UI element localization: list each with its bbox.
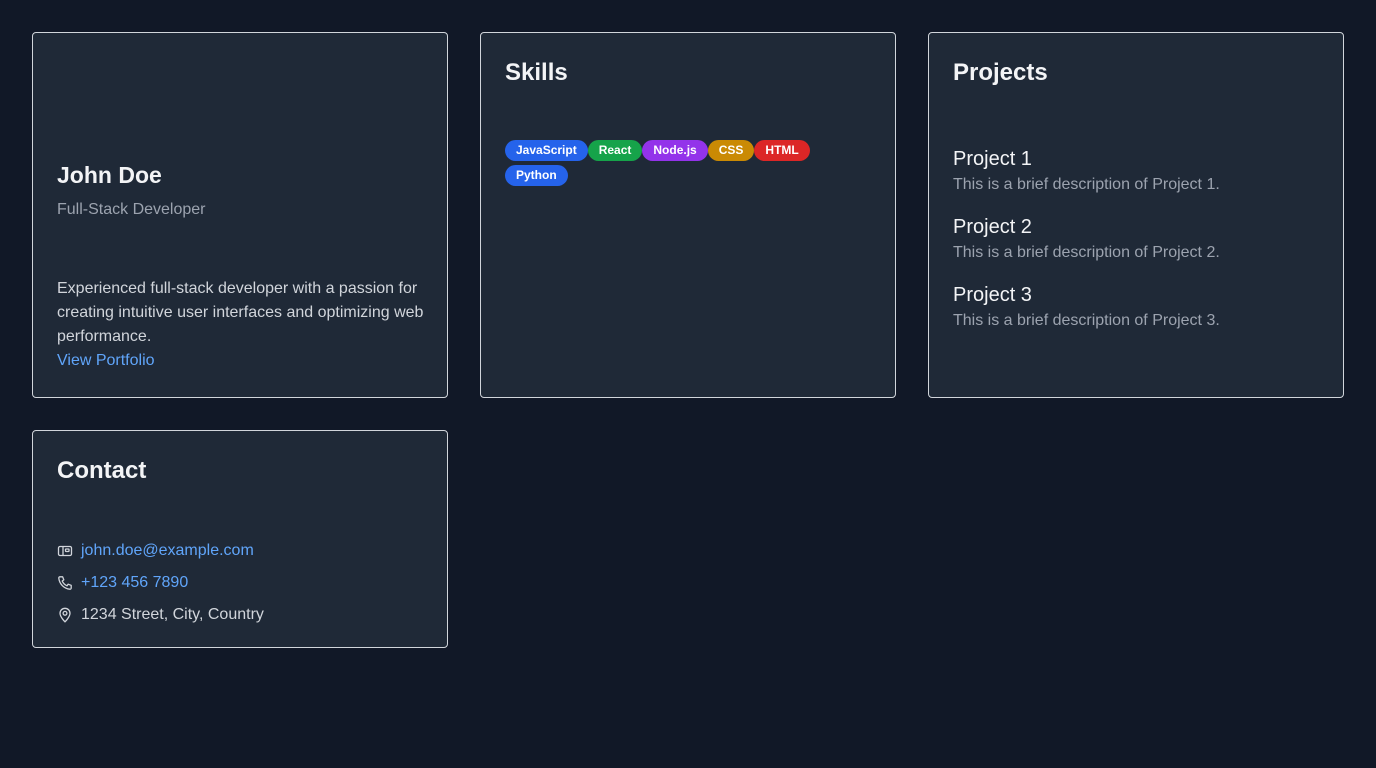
profile-name: John Doe <box>57 162 162 188</box>
skill-chip: CSS <box>707 140 755 161</box>
project-item: Project 2 This is a brief description of… <box>953 215 1323 283</box>
contact-address-row: 1234 Street, City, Country <box>57 599 264 631</box>
skill-chip: Node.js <box>642 140 708 161</box>
profile-bio: Experienced full-stack developer with a … <box>57 280 424 345</box>
project-description: This is a brief description of Project 1… <box>953 176 1220 193</box>
skill-chip: React <box>587 140 643 161</box>
contact-phone-link[interactable]: +123 456 7890 <box>81 574 188 592</box>
projects-card: Projects Project 1 This is a brief descr… <box>928 32 1344 398</box>
phone-icon <box>57 575 73 591</box>
mail-icon <box>57 543 73 559</box>
contact-card: Contact john.doe@example.com +123 456 78… <box>32 430 448 648</box>
location-pin-icon <box>57 607 73 623</box>
project-description: This is a brief description of Project 3… <box>953 312 1220 329</box>
skills-card: Skills JavaScript React Node.js CSS HTML… <box>480 32 896 398</box>
contact-email-link[interactable]: john.doe@example.com <box>81 542 254 560</box>
profile-card: John Doe Full-Stack Developer Experience… <box>32 32 448 398</box>
contact-list: john.doe@example.com +123 456 7890 1234 … <box>57 535 264 631</box>
project-list: Project 1 This is a brief description of… <box>953 147 1323 351</box>
project-item: Project 3 This is a brief description of… <box>953 283 1323 351</box>
contact-phone-row: +123 456 7890 <box>57 567 264 599</box>
projects-title: Projects <box>953 59 1048 86</box>
skills-title: Skills <box>505 59 568 86</box>
skill-chip: Python <box>505 165 568 186</box>
project-item: Project 1 This is a brief description of… <box>953 147 1323 215</box>
project-description: This is a brief description of Project 2… <box>953 244 1220 261</box>
skill-chip: JavaScript <box>505 140 588 161</box>
contact-email-row: john.doe@example.com <box>57 535 264 567</box>
view-portfolio-link[interactable]: View Portfolio <box>57 349 155 373</box>
project-name: Project 3 <box>953 284 1032 306</box>
project-name: Project 1 <box>953 148 1032 170</box>
contact-title: Contact <box>57 457 147 484</box>
skills-list: JavaScript React Node.js CSS HTML Python <box>505 140 845 186</box>
contact-address: 1234 Street, City, Country <box>81 606 264 623</box>
project-name: Project 2 <box>953 216 1032 238</box>
profile-role: Full-Stack Developer <box>57 201 206 218</box>
skill-chip: HTML <box>754 140 810 161</box>
